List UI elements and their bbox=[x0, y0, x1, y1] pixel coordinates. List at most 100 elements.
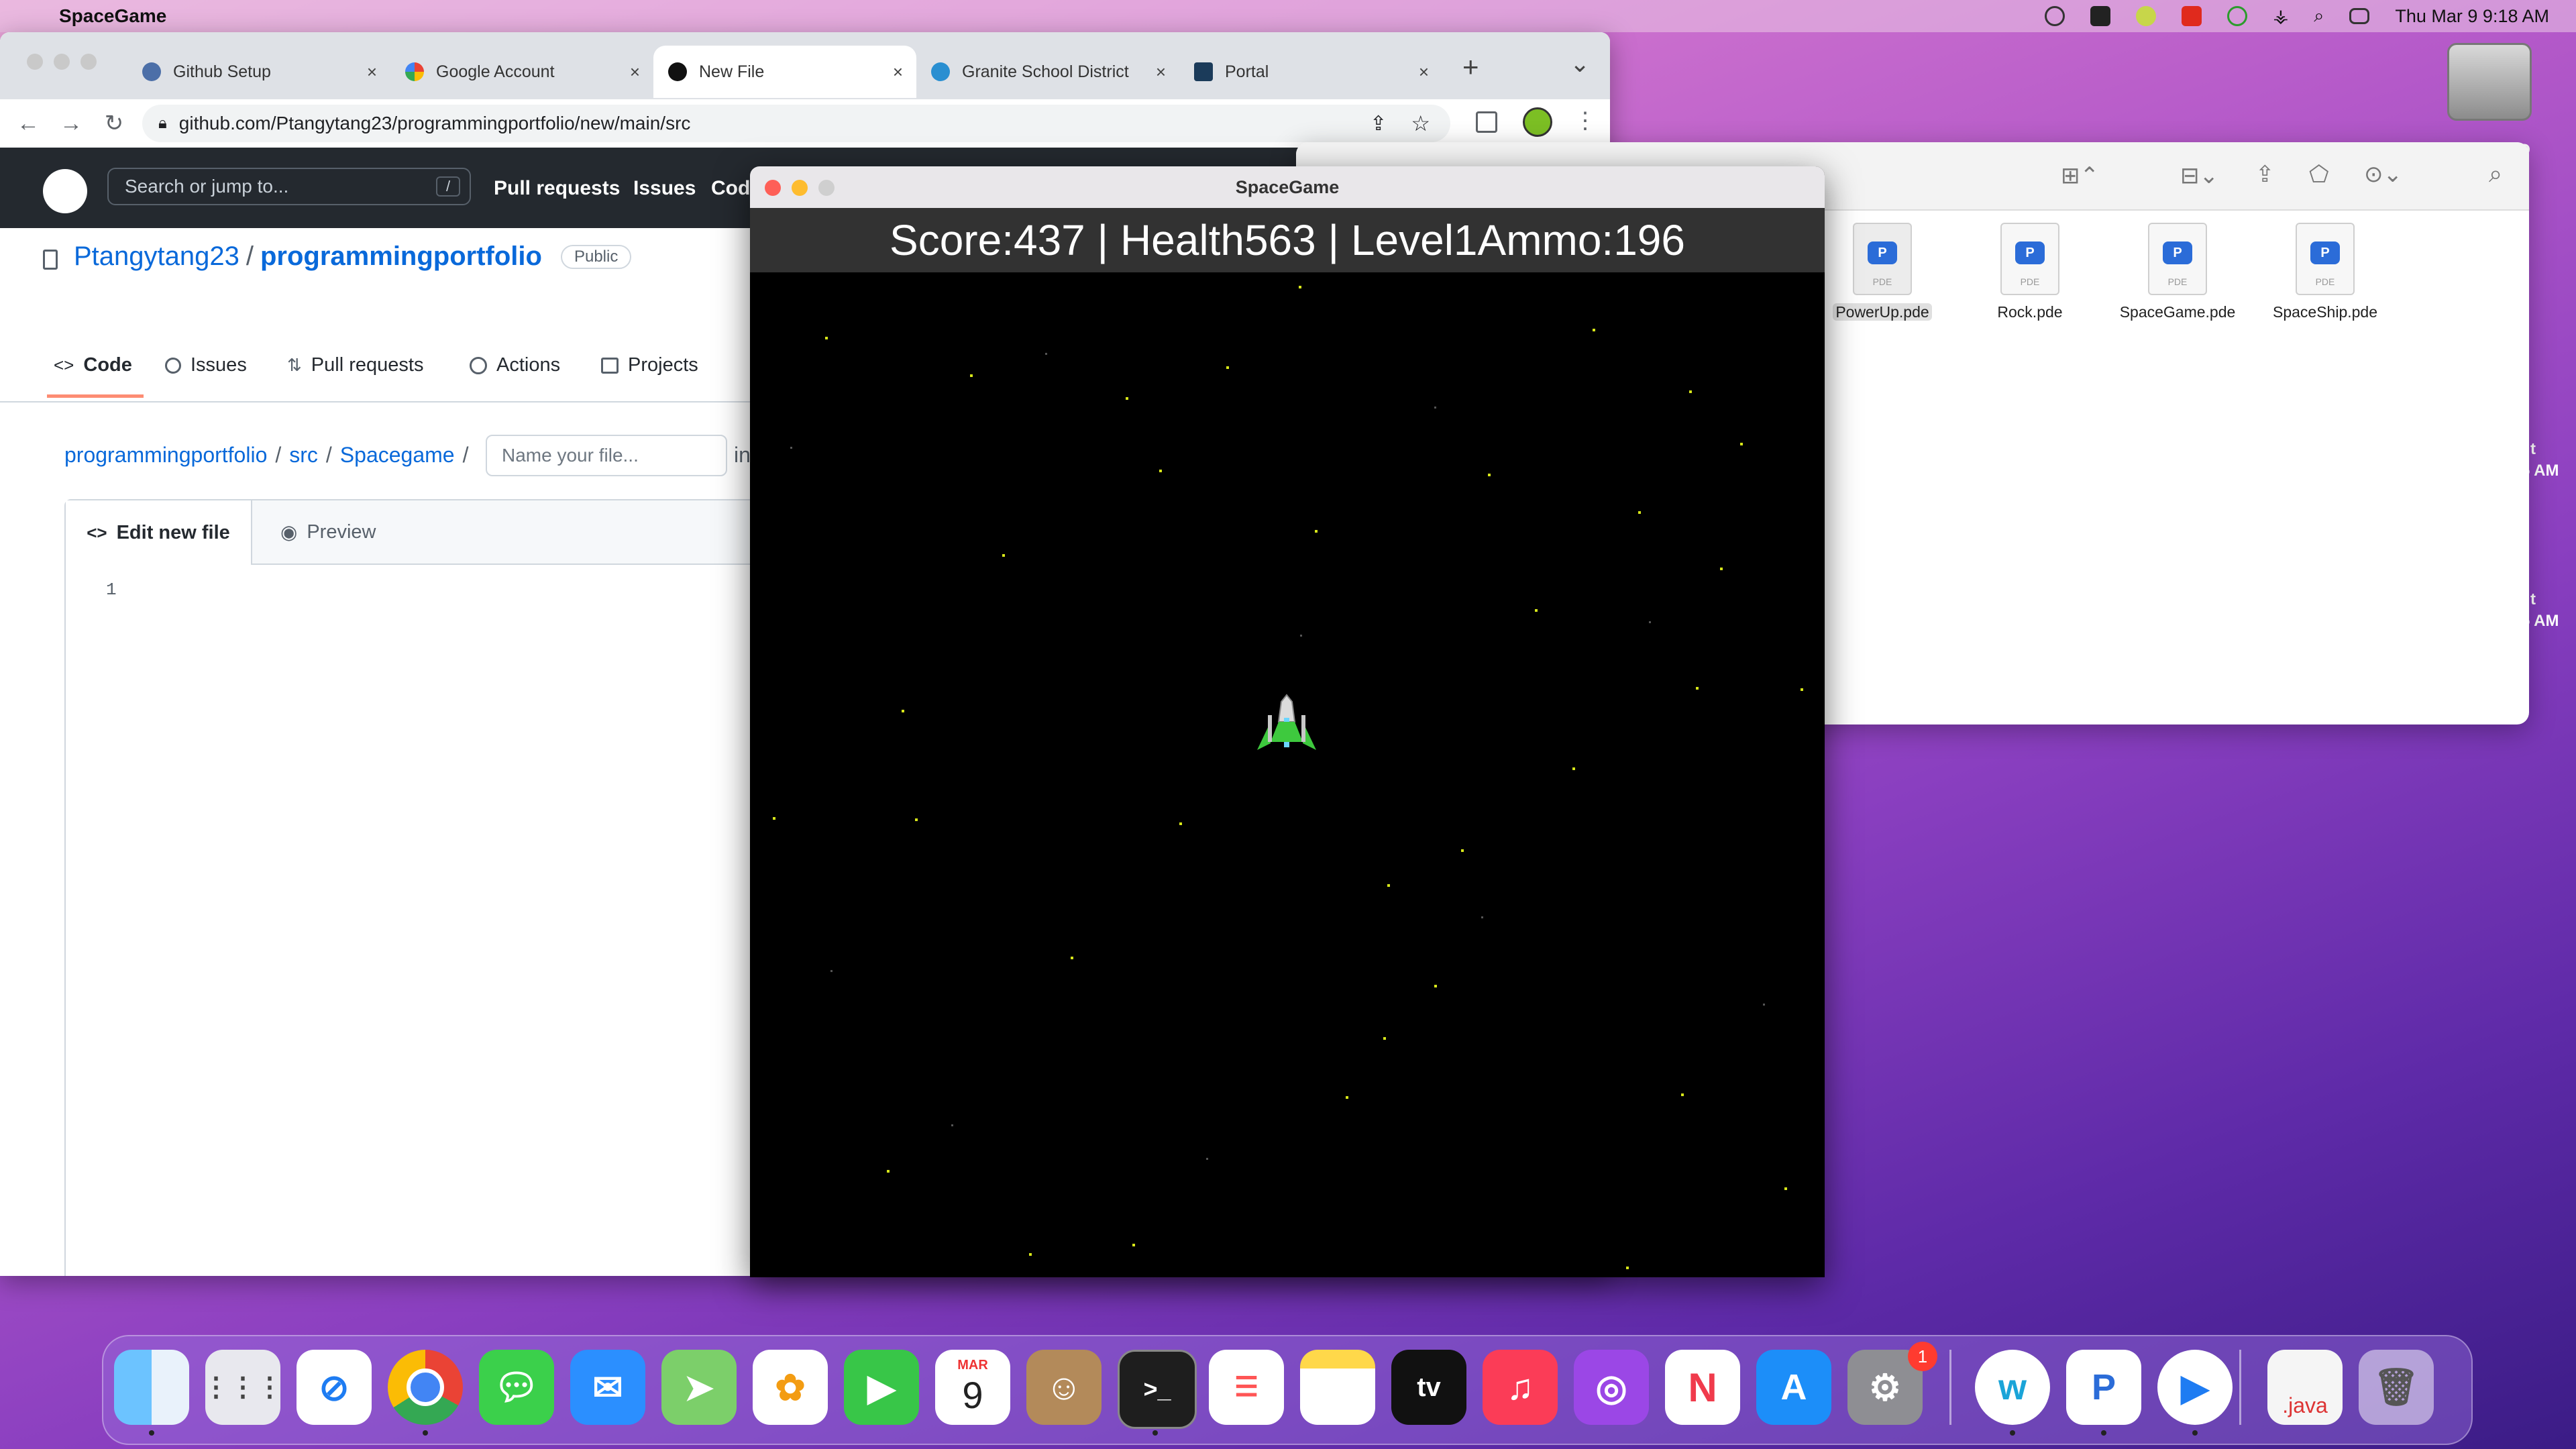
eye-icon: ◉ bbox=[280, 521, 298, 543]
star bbox=[1572, 767, 1575, 770]
file-item[interactable]: P PDE SpaceShip.pde bbox=[2258, 223, 2392, 321]
address-bar[interactable]: 🔒︎ github.com/Ptangytang23/programmingpo… bbox=[142, 105, 1450, 142]
notes-app-icon[interactable] bbox=[1300, 1350, 1375, 1425]
launchpad-app-icon[interactable]: ⋮⋮⋮ bbox=[203, 1350, 283, 1425]
file-name-input[interactable]: Name your file... bbox=[486, 435, 727, 476]
editor-tab-label: Preview bbox=[307, 521, 376, 543]
breadcrumb-spacegame-link[interactable]: Spacegame bbox=[340, 443, 455, 468]
game-canvas[interactable] bbox=[750, 272, 1825, 1277]
repo-tab-projects[interactable]: Projects bbox=[601, 354, 698, 376]
chrome-menu-icon[interactable]: ⋮ bbox=[1574, 107, 1597, 134]
close-tab-icon[interactable]: × bbox=[1419, 62, 1429, 83]
tab-edit-new-file[interactable]: <> Edit new file bbox=[66, 500, 252, 565]
clock[interactable]: Thu Mar 9 9:18 AM bbox=[2395, 6, 2549, 27]
repo-tab-issues[interactable]: Issues bbox=[165, 354, 247, 376]
file-item[interactable]: P PDE PowerUp.pde bbox=[1815, 223, 1949, 321]
repo-tab-pull-requests[interactable]: ⇅ Pull requests bbox=[287, 354, 423, 376]
appletv-app-icon[interactable]: tv bbox=[1391, 1350, 1466, 1425]
app-store-app-icon[interactable]: A bbox=[1756, 1350, 1831, 1425]
amphetamine-icon[interactable] bbox=[2136, 6, 2157, 26]
nav-issues[interactable]: Issues bbox=[633, 177, 696, 200]
finder-app-icon[interactable] bbox=[114, 1350, 189, 1425]
star-dim bbox=[1434, 407, 1436, 409]
back-button[interactable]: ← bbox=[13, 109, 43, 138]
breadcrumb-src-link[interactable]: src bbox=[289, 443, 318, 468]
new-tab-button[interactable]: + bbox=[1462, 51, 1479, 83]
trash-icon[interactable]: 🗑︎ bbox=[2359, 1350, 2434, 1425]
facetime-app-icon[interactable]: ▶ bbox=[844, 1350, 919, 1425]
close-tab-icon[interactable]: × bbox=[893, 62, 903, 83]
tag-icon[interactable]: ⬠ bbox=[2309, 161, 2329, 188]
share-icon[interactable]: ⇪ bbox=[1370, 112, 1387, 136]
active-app-name[interactable]: SpaceGame bbox=[59, 5, 166, 27]
share-icon[interactable]: ⇪ bbox=[2255, 161, 2275, 188]
file-item[interactable]: P PDE Rock.pde bbox=[1963, 223, 2097, 321]
reminders-app-icon[interactable]: ☰ bbox=[1209, 1350, 1284, 1425]
dropbox-icon[interactable] bbox=[2090, 6, 2111, 26]
profile-avatar[interactable] bbox=[1523, 107, 1552, 137]
podcasts-app-icon[interactable]: ◎ bbox=[1574, 1350, 1649, 1425]
repo-tab-actions[interactable]: Actions bbox=[470, 354, 560, 376]
calendar-app-icon[interactable]: MAR 9 bbox=[935, 1350, 1010, 1425]
mail-app-icon[interactable]: ✉ bbox=[570, 1350, 645, 1425]
github-search-input[interactable]: Search or jump to... / bbox=[107, 168, 471, 205]
photos-app-icon[interactable]: ✿ bbox=[753, 1350, 828, 1425]
tab-search-button[interactable]: ⌄ bbox=[1570, 50, 1590, 78]
close-tab-icon[interactable]: × bbox=[630, 62, 640, 83]
file-name: SpaceGame.pde bbox=[2119, 303, 2236, 321]
news-app-icon[interactable]: N bbox=[1665, 1350, 1740, 1425]
maps-app-icon[interactable]: ➤ bbox=[661, 1350, 737, 1425]
repo-tab-code[interactable]: <> Code bbox=[54, 354, 132, 376]
zoom-window-button[interactable] bbox=[80, 54, 97, 70]
tab-preview[interactable]: ◉ Preview bbox=[280, 500, 376, 564]
play-app-icon[interactable]: ▶ bbox=[2157, 1350, 2233, 1425]
java-file-icon[interactable]: .java bbox=[2267, 1350, 2343, 1425]
flashprint-icon[interactable] bbox=[2182, 6, 2202, 26]
group-by-icon[interactable]: ⊟⌄ bbox=[2180, 162, 2218, 189]
chrome-app-icon[interactable] bbox=[388, 1350, 463, 1425]
lock-icon[interactable]: 🔒︎ bbox=[158, 114, 167, 133]
power-icon[interactable] bbox=[2227, 6, 2248, 26]
repo-icon bbox=[43, 250, 58, 270]
control-center-icon[interactable] bbox=[2349, 8, 2370, 24]
github-logo-icon[interactable] bbox=[43, 169, 87, 213]
tab-github-setup[interactable]: Github Setup × bbox=[127, 46, 390, 98]
reload-button[interactable]: ↻ bbox=[99, 109, 129, 138]
messages-app-icon[interactable]: 💬︎ bbox=[479, 1350, 554, 1425]
tab-portal[interactable]: Portal × bbox=[1179, 46, 1442, 98]
terminal-app-icon[interactable]: >_ bbox=[1118, 1350, 1197, 1429]
view-toggle-icon[interactable]: ⊞⌃ bbox=[2061, 162, 2099, 189]
running-indicator bbox=[423, 1430, 428, 1436]
close-tab-icon[interactable]: × bbox=[367, 62, 377, 83]
dock-separator bbox=[2239, 1350, 2241, 1425]
close-tab-icon[interactable]: × bbox=[1156, 62, 1166, 83]
webex-app-icon[interactable]: w bbox=[1975, 1350, 2050, 1425]
safari-app-icon[interactable]: ⊘ bbox=[297, 1350, 372, 1425]
nav-codespaces[interactable]: Code bbox=[711, 177, 751, 200]
processing-app-icon[interactable]: P bbox=[2066, 1350, 2141, 1425]
hard-drive-icon[interactable] bbox=[2447, 43, 2532, 121]
nav-pull-requests[interactable]: Pull requests bbox=[494, 177, 620, 200]
bookmark-star-icon[interactable]: ☆ bbox=[1411, 111, 1430, 136]
close-window-button[interactable] bbox=[27, 54, 43, 70]
tab-new-file[interactable]: New File × bbox=[653, 46, 916, 98]
more-actions-icon[interactable]: ⊙⌄ bbox=[2364, 161, 2402, 188]
wifi-icon[interactable]: ⚶ bbox=[2273, 6, 2288, 27]
search-icon[interactable]: ⌕ bbox=[2489, 160, 2502, 189]
repo-name-link[interactable]: programmingportfolio bbox=[260, 241, 542, 272]
star bbox=[1029, 1253, 1032, 1256]
tab-granite-school-district[interactable]: Granite School District × bbox=[916, 46, 1179, 98]
creative-cloud-icon[interactable] bbox=[2045, 6, 2065, 26]
spotlight-search-icon[interactable]: ⌕ bbox=[2314, 5, 2324, 27]
minimize-window-button[interactable] bbox=[54, 54, 70, 70]
contacts-app-icon[interactable]: ☺ bbox=[1026, 1350, 1102, 1425]
breadcrumb-repo-link[interactable]: programmingportfolio bbox=[64, 443, 267, 468]
repo-owner-link[interactable]: Ptangytang23 bbox=[74, 241, 239, 272]
search-placeholder: Search or jump to... bbox=[125, 176, 289, 197]
side-panel-icon[interactable] bbox=[1476, 111, 1497, 133]
forward-button[interactable]: → bbox=[56, 109, 86, 138]
tab-google-account[interactable]: Google Account × bbox=[390, 46, 653, 98]
music-app-icon[interactable]: ♫ bbox=[1483, 1350, 1558, 1425]
starfield bbox=[773, 286, 1803, 1269]
file-item[interactable]: P PDE SpaceGame.pde bbox=[2110, 223, 2245, 321]
